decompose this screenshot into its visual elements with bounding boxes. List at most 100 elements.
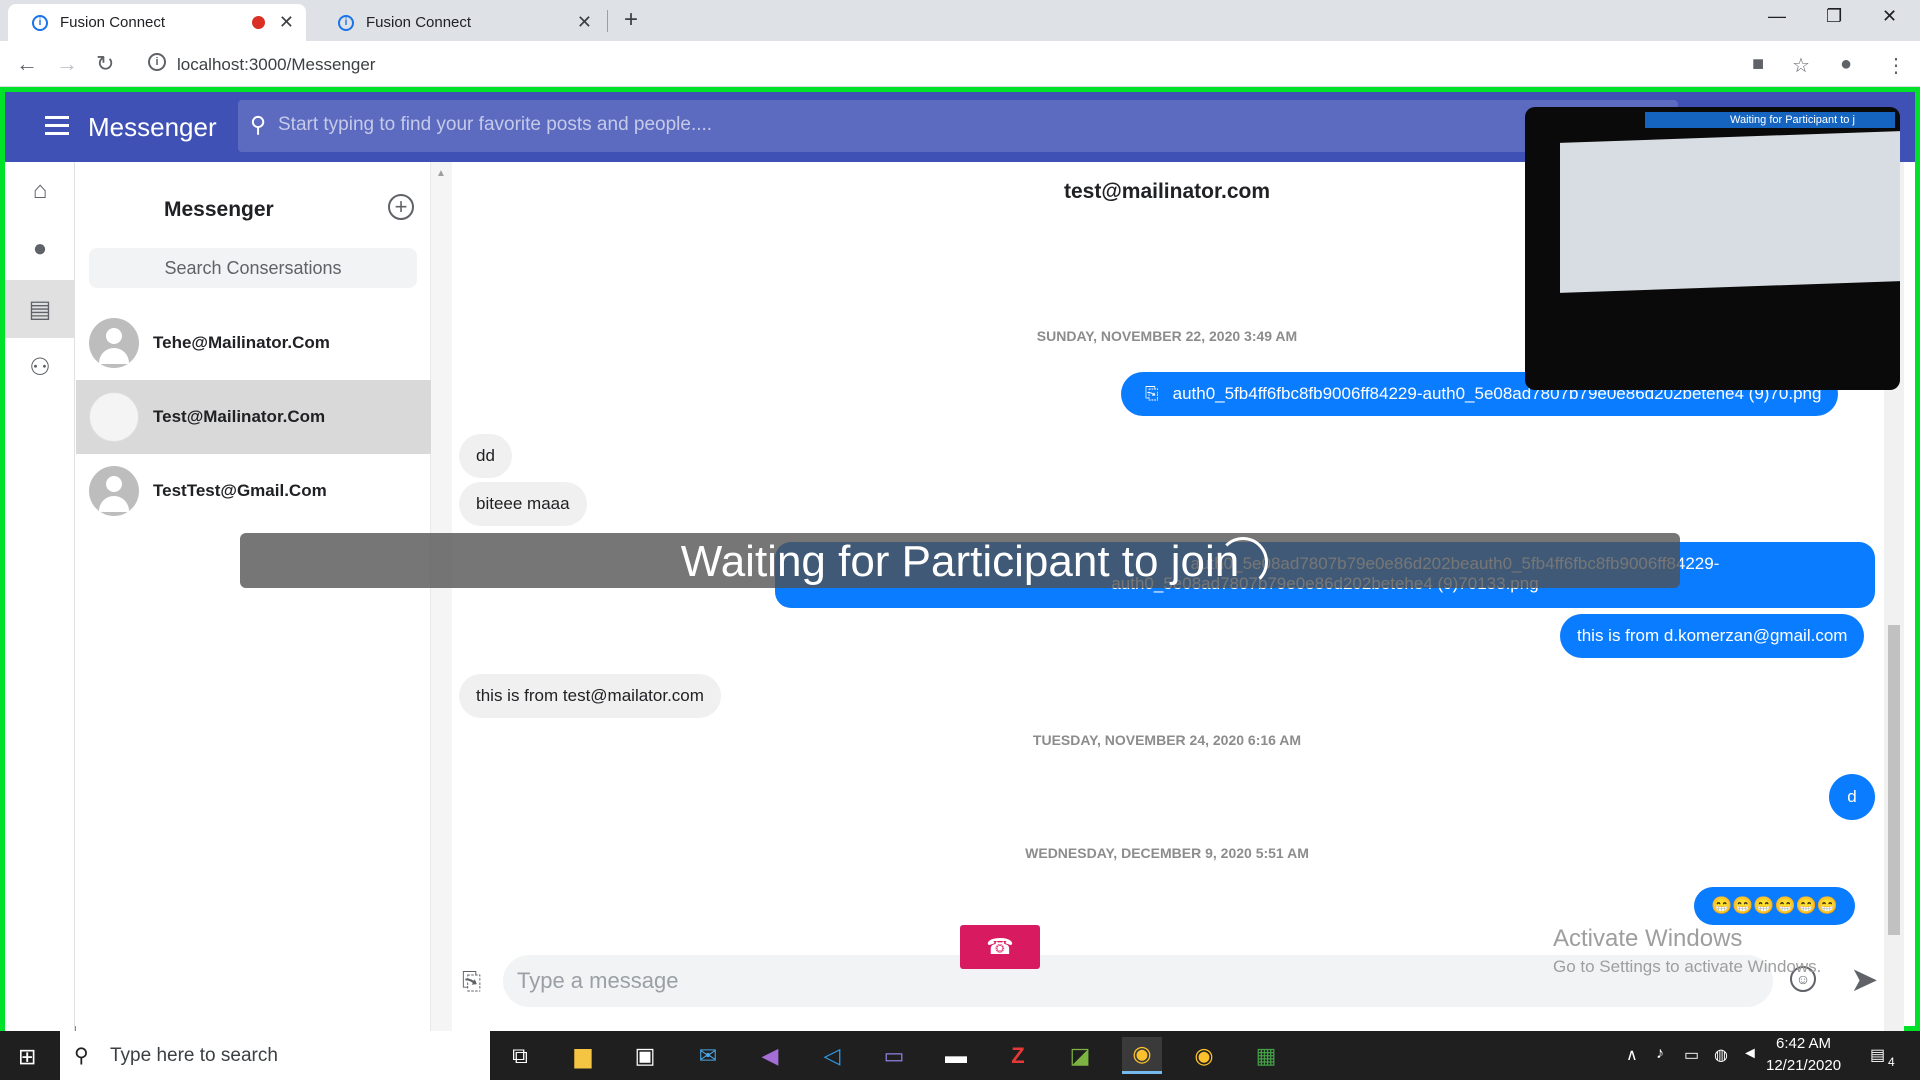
- taskbar-search-placeholder: Type here to search: [110, 1045, 278, 1066]
- address-bar: ← → ↻ i localhost:3000/Messenger ■ ☆ ● ⋮: [0, 41, 1920, 87]
- mail-icon[interactable]: ✉: [688, 1037, 728, 1074]
- send-icon[interactable]: ➤: [1850, 960, 1879, 1000]
- message-input-placeholder: Type a message: [517, 968, 679, 993]
- camera-icon[interactable]: ■: [1752, 53, 1764, 76]
- new-tab-button[interactable]: +: [624, 6, 638, 34]
- restore-icon[interactable]: ❐: [1826, 6, 1842, 27]
- message-bubble-in: biteee maaa: [459, 482, 587, 526]
- attachment-icon: ⎘: [1145, 384, 1159, 403]
- global-search-input[interactable]: ⚲ Start typing to find your favorite pos…: [238, 100, 1678, 152]
- video-feed: [1560, 131, 1900, 293]
- avatar: [89, 318, 139, 368]
- list-scrollbar[interactable]: [431, 162, 452, 1031]
- url-field[interactable]: localhost:3000/Messenger: [177, 55, 375, 75]
- close-tab-icon[interactable]: ✕: [279, 12, 294, 33]
- clock-time: 6:42 AM: [1776, 1035, 1832, 1052]
- messages-icon[interactable]: ▤: [5, 280, 75, 338]
- windows-taskbar: ⊞ ⚲ Type here to search ⧉ ▆ ▣ ✉ ◀ ◁ ▭ ▬ …: [0, 1031, 1920, 1080]
- network-icon[interactable]: ◍: [1714, 1045, 1728, 1065]
- date-separator: WEDNESDAY, DECEMBER 9, 2020 5:51 AM: [1025, 845, 1309, 861]
- people-icon[interactable]: ⚇: [5, 338, 75, 396]
- volume-icon[interactable]: ◄: [1742, 1045, 1758, 1063]
- menu-dots-icon[interactable]: ⋮: [1886, 53, 1906, 78]
- message-bubble-in: this is from test@mailator.com: [459, 674, 721, 718]
- editor-icon[interactable]: ◪: [1060, 1037, 1100, 1074]
- recording-indicator-icon: [251, 16, 265, 29]
- visual-studio-icon[interactable]: ◀: [750, 1037, 790, 1074]
- chat-scrollbar-thumb[interactable]: [1888, 625, 1900, 935]
- notification-icon[interactable]: ▤: [1870, 1045, 1885, 1065]
- conversation-item[interactable]: Tehe@Mailinator.Com: [76, 306, 431, 380]
- browser-tab[interactable]: i Fusion Connect ✕: [314, 4, 604, 41]
- filezilla-icon[interactable]: Z: [998, 1037, 1038, 1074]
- terminal-icon[interactable]: ▭: [874, 1037, 914, 1074]
- tray-expand-icon[interactable]: ∧: [1626, 1045, 1638, 1065]
- search-icon: ⚲: [250, 112, 267, 137]
- minimize-icon[interactable]: —: [1768, 6, 1786, 27]
- profile-icon[interactable]: ●: [1840, 53, 1852, 76]
- site-info-icon[interactable]: i: [148, 53, 166, 71]
- close-tab-icon[interactable]: ✕: [577, 12, 592, 33]
- conversation-name: Tehe@Mailinator.Com: [153, 333, 330, 352]
- activate-windows-watermark: Activate Windows Go to Settings to activ…: [1553, 925, 1821, 977]
- message-text: dd: [476, 446, 495, 465]
- conversation-name: Test@Mailinator.Com: [153, 407, 326, 426]
- home-icon[interactable]: ⌂: [5, 162, 75, 220]
- tab-title: Fusion Connect: [366, 14, 472, 31]
- message-bubble-in: dd: [459, 434, 512, 478]
- avatar: [89, 392, 139, 442]
- message-bubble-out: d: [1829, 774, 1875, 820]
- tab-title: Fusion Connect: [60, 14, 166, 31]
- windows-start-icon[interactable]: ⊞: [18, 1044, 36, 1070]
- back-icon[interactable]: ←: [16, 51, 38, 77]
- hang-up-icon: ☎: [986, 934, 1014, 959]
- attach-file-icon[interactable]: ⎘: [462, 968, 481, 996]
- message-text: biteee maaa: [476, 494, 570, 513]
- conversation-name: TestTest@Gmail.Com: [153, 481, 327, 500]
- browser-tab-bar: i Fusion Connect ✕ i Fusion Connect ✕ + …: [0, 0, 1920, 41]
- taskbar-search-input[interactable]: ⚲ Type here to search: [60, 1031, 490, 1080]
- watermark-title: Activate Windows: [1553, 925, 1743, 952]
- chrome-icon[interactable]: ◉: [1184, 1037, 1224, 1074]
- loading-spinner-icon: [1218, 537, 1268, 587]
- video-preview[interactable]: Waiting for Participant to j: [1525, 107, 1900, 390]
- bookmark-star-icon[interactable]: ☆: [1792, 53, 1810, 78]
- end-call-button[interactable]: ☎: [960, 925, 1040, 969]
- vscode-icon[interactable]: ◁: [812, 1037, 852, 1074]
- scroll-up-icon[interactable]: ▲: [436, 168, 446, 179]
- conversation-search-input[interactable]: Search Consersations: [89, 248, 417, 288]
- file-explorer-icon[interactable]: ▆: [563, 1037, 603, 1074]
- message-bubble-out: 😁😁😁😁😁😁: [1694, 887, 1856, 925]
- message-text: this is from d.komerzan@gmail.com: [1577, 626, 1848, 645]
- chrome-icon[interactable]: ◉: [1122, 1037, 1162, 1074]
- forward-icon[interactable]: →: [56, 51, 78, 77]
- tab-divider: [607, 10, 608, 32]
- app-title: Messenger: [88, 112, 217, 142]
- hamburger-menu-icon[interactable]: [45, 116, 69, 140]
- conversation-item[interactable]: TestTest@Gmail.Com: [76, 454, 431, 528]
- close-window-icon[interactable]: ✕: [1882, 6, 1897, 27]
- message-bubble-out: this is from d.komerzan@gmail.com: [1560, 614, 1865, 658]
- profile-nav-icon[interactable]: ●: [5, 220, 75, 278]
- browser-tab-active[interactable]: i Fusion Connect ✕: [8, 4, 306, 41]
- console-icon[interactable]: ▬: [936, 1037, 976, 1074]
- tab-favicon-icon: i: [32, 14, 48, 31]
- waiting-banner: Waiting for Participant to join: [240, 533, 1680, 588]
- taskbar-clock[interactable]: 6:42 AM 12/21/2020: [1766, 1033, 1841, 1077]
- battery-icon[interactable]: ▭: [1684, 1045, 1699, 1065]
- message-text: d: [1847, 787, 1857, 806]
- waiting-text: Waiting for Participant to join: [680, 537, 1240, 586]
- message-text: this is from test@mailator.com: [476, 686, 704, 705]
- notification-count: 4: [1888, 1055, 1895, 1069]
- new-conversation-icon[interactable]: +: [388, 194, 414, 220]
- avatar: [89, 466, 139, 516]
- reload-icon[interactable]: ↻: [96, 51, 114, 77]
- microphone-icon[interactable]: ♪: [1656, 1045, 1664, 1063]
- conversation-item-selected[interactable]: Test@Mailinator.Com: [76, 380, 431, 454]
- search-icon: ⚲: [74, 1045, 89, 1067]
- date-separator: TUESDAY, NOVEMBER 24, 2020 6:16 AM: [1032, 732, 1302, 748]
- clock-date: 12/21/2020: [1766, 1057, 1842, 1074]
- task-view-icon[interactable]: ⧉: [500, 1037, 540, 1074]
- app-icon[interactable]: ▦: [1246, 1037, 1286, 1074]
- store-icon[interactable]: ▣: [625, 1037, 665, 1074]
